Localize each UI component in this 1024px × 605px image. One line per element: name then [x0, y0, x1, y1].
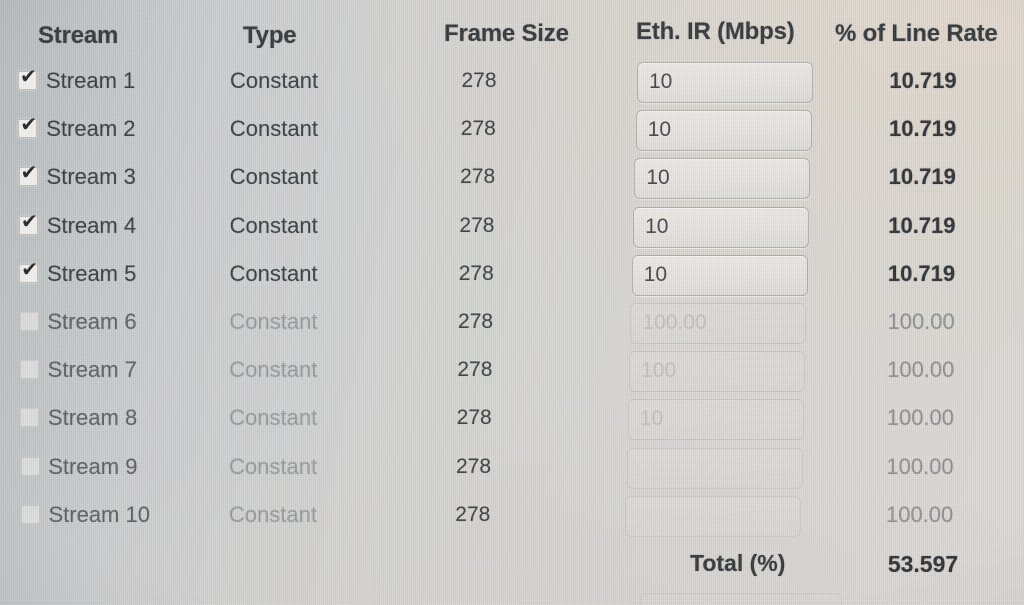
stream-name-label: Stream 7 [47, 357, 137, 383]
table-row: ✔ Stream 5 Constant 278 10 10.719 [0, 251, 1024, 299]
eth-ir-input[interactable]: 10 [637, 62, 813, 103]
line-rate-value: 10.719 [888, 164, 956, 190]
eth-ir-input-value: 100 [641, 359, 677, 383]
checkmark-icon: ✔ [21, 256, 39, 281]
eth-ir-input[interactable] [626, 447, 803, 489]
stream-type-label: Constant [229, 309, 318, 334]
stream-enable-checkbox[interactable]: ✔ [18, 66, 37, 90]
stream-enable-checkbox[interactable] [20, 408, 40, 428]
stream-enable-checkbox[interactable]: ✔ [18, 114, 38, 139]
frame-size-value: 278 [455, 502, 491, 526]
frame-size-value: 278 [461, 69, 497, 92]
stream-name-label: Stream 4 [46, 212, 137, 238]
line-rate-value: 10.719 [889, 68, 957, 93]
stream-name-label: Stream 1 [46, 68, 136, 93]
stream-name-label: Stream 10 [48, 501, 150, 527]
table-header-row: Stream Type Frame Size Eth. IR (Mbps) % … [0, 8, 1024, 49]
checkmark-icon: ✔ [20, 64, 37, 88]
table-row: ✔ Stream 1 Constant 278 10 10.719 [0, 58, 1024, 106]
line-rate-value: 100.00 [886, 405, 955, 431]
eth-ir-input[interactable]: 10 [631, 254, 808, 296]
total-label: Total (%) [690, 550, 786, 576]
eth-ir-input-value: 100.00 [642, 311, 707, 334]
table-row: Stream 7 Constant 278 100 100.00 [0, 347, 1024, 395]
stream-type-label: Constant [229, 453, 318, 479]
line-rate-value: 100.00 [887, 309, 955, 334]
line-rate-value: 100.00 [887, 357, 955, 383]
stream-type-label: Constant [229, 116, 318, 142]
stream-name-label: Stream 9 [48, 453, 138, 479]
table-row: Stream 9 Constant 278 100.00 [0, 444, 1024, 492]
checkmark-icon: ✔ [20, 160, 38, 185]
eth-ir-input[interactable]: 10 [627, 399, 804, 441]
column-header-type: Type [243, 22, 297, 49]
eth-ir-input-value: 10 [647, 118, 672, 142]
stream-enable-checkbox[interactable]: ✔ [19, 259, 39, 283]
stream-enable-checkbox[interactable]: ✔ [18, 162, 38, 187]
eth-ir-input[interactable]: 10 [634, 158, 811, 200]
frame-size-value: 278 [455, 454, 492, 478]
eth-ir-input-value: 10 [646, 166, 670, 190]
frame-size-value: 278 [460, 117, 496, 141]
stream-type-label: Constant [229, 164, 318, 190]
frame-size-value: 278 [460, 165, 496, 189]
stream-name-label: Stream 3 [46, 164, 136, 190]
frame-size-value: 278 [457, 358, 493, 382]
frame-size-value: 278 [456, 406, 492, 430]
table-row: ✔ Stream 3 Constant 278 10 10.719 [0, 154, 1024, 202]
stream-name-label: Stream 8 [47, 405, 138, 431]
eth-ir-input[interactable]: 100.00 [630, 303, 807, 344]
frame-size-value: 278 [459, 213, 495, 237]
stream-enable-checkbox[interactable] [20, 456, 40, 476]
column-header-stream: Stream [38, 22, 119, 49]
column-header-line-rate: % of Line Rate [835, 20, 998, 47]
stream-name-label: Stream 6 [47, 309, 137, 334]
column-header-eth-ir: Eth. IR (Mbps) [636, 18, 795, 45]
stream-enable-checkbox[interactable] [19, 312, 39, 331]
checkmark-icon: ✔ [20, 208, 38, 233]
eth-ir-input-value: 10 [649, 70, 673, 93]
stream-name-label: Stream 5 [47, 260, 137, 286]
eth-ir-input-value: 10 [645, 214, 669, 238]
table-row: ✔ Stream 4 Constant 278 10 10.719 [0, 203, 1024, 251]
stream-configuration-table: Stream Type Frame Size Eth. IR (Mbps) % … [0, 0, 1024, 605]
column-header-frame-size: Frame Size [444, 20, 569, 47]
table-row: Stream 6 Constant 278 100.00 100.00 [0, 299, 1024, 347]
stream-enable-checkbox[interactable] [20, 504, 40, 524]
line-rate-value: 10.719 [887, 260, 956, 286]
eth-ir-input[interactable] [625, 495, 802, 537]
eth-ir-input-value: 10 [639, 407, 664, 431]
stream-type-label: Constant [230, 68, 319, 93]
stream-type-label: Constant [229, 357, 318, 383]
eth-ir-input-value: 10 [643, 262, 668, 286]
line-rate-value: 10.719 [888, 116, 957, 142]
table-row: ✔ Stream 2 Constant 278 10 10.719 [0, 106, 1024, 154]
checkmark-icon: ✔ [20, 112, 38, 137]
eth-ir-input[interactable]: 100 [629, 351, 806, 393]
stream-enable-checkbox[interactable] [19, 360, 39, 380]
line-rate-value: 100.00 [886, 453, 954, 479]
total-value: 53.597 [887, 551, 959, 577]
line-rate-value: 100.00 [885, 501, 954, 527]
eth-ir-input[interactable]: 10 [635, 110, 812, 152]
line-rate-value: 10.719 [888, 212, 956, 238]
stream-type-label: Constant [229, 212, 318, 238]
clipped-bottom-widget [640, 593, 842, 605]
stream-name-label: Stream 2 [46, 116, 136, 142]
table-row: Stream 10 Constant 278 100.00 [0, 492, 1024, 540]
table-row: Stream 8 Constant 278 10 100.00 [0, 395, 1024, 443]
stream-type-label: Constant [228, 501, 317, 527]
stream-type-label: Constant [229, 405, 318, 431]
stream-enable-checkbox[interactable]: ✔ [18, 211, 38, 235]
frame-size-value: 278 [458, 310, 494, 333]
eth-ir-input[interactable]: 10 [633, 206, 810, 248]
stream-type-label: Constant [229, 260, 318, 286]
frame-size-value: 278 [458, 261, 494, 285]
